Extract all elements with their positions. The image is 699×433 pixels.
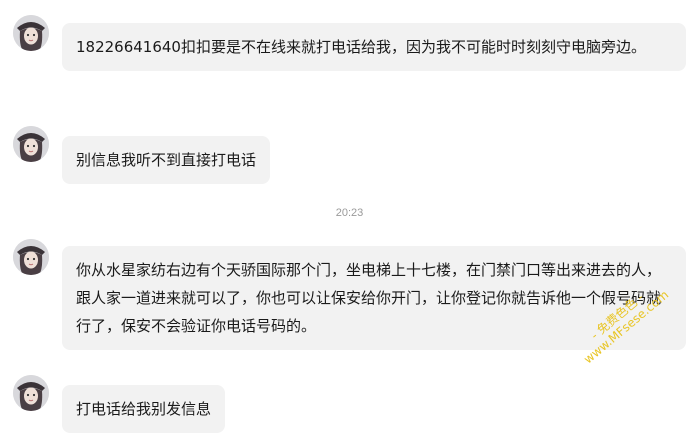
message-bubble: 打电话给我别发信息 bbox=[62, 385, 226, 433]
avatar-portrait-icon bbox=[13, 239, 49, 275]
message-text: 你从水星家纺右边有个天骄国际那个门，坐电梯上十七楼，在门禁门口等出来进去的人，跟… bbox=[76, 261, 662, 335]
chat-history: 18226641640扣扣要是不在线来就打电话给我，因为我不可能时时刻刻守电脑旁… bbox=[0, 0, 699, 433]
avatar[interactable] bbox=[13, 375, 49, 411]
avatar-portrait-icon bbox=[13, 375, 49, 411]
avatar[interactable] bbox=[13, 239, 49, 275]
message-bubble: 18226641640扣扣要是不在线来就打电话给我，因为我不可能时时刻刻守电脑旁… bbox=[62, 23, 686, 71]
avatar[interactable] bbox=[13, 15, 49, 51]
avatar-portrait-icon bbox=[13, 126, 49, 162]
message-text: 18226641640扣扣要是不在线来就打电话给我，因为我不可能时时刻刻守电脑旁… bbox=[76, 38, 646, 56]
avatar[interactable] bbox=[13, 126, 49, 162]
message-bubble: 别信息我听不到直接打电话 bbox=[62, 136, 271, 184]
message-text: 别信息我听不到直接打电话 bbox=[76, 151, 257, 169]
message-text: 打电话给我别发信息 bbox=[76, 400, 212, 418]
avatar-portrait-icon bbox=[13, 15, 49, 51]
timestamp: 20:23 bbox=[335, 207, 364, 219]
